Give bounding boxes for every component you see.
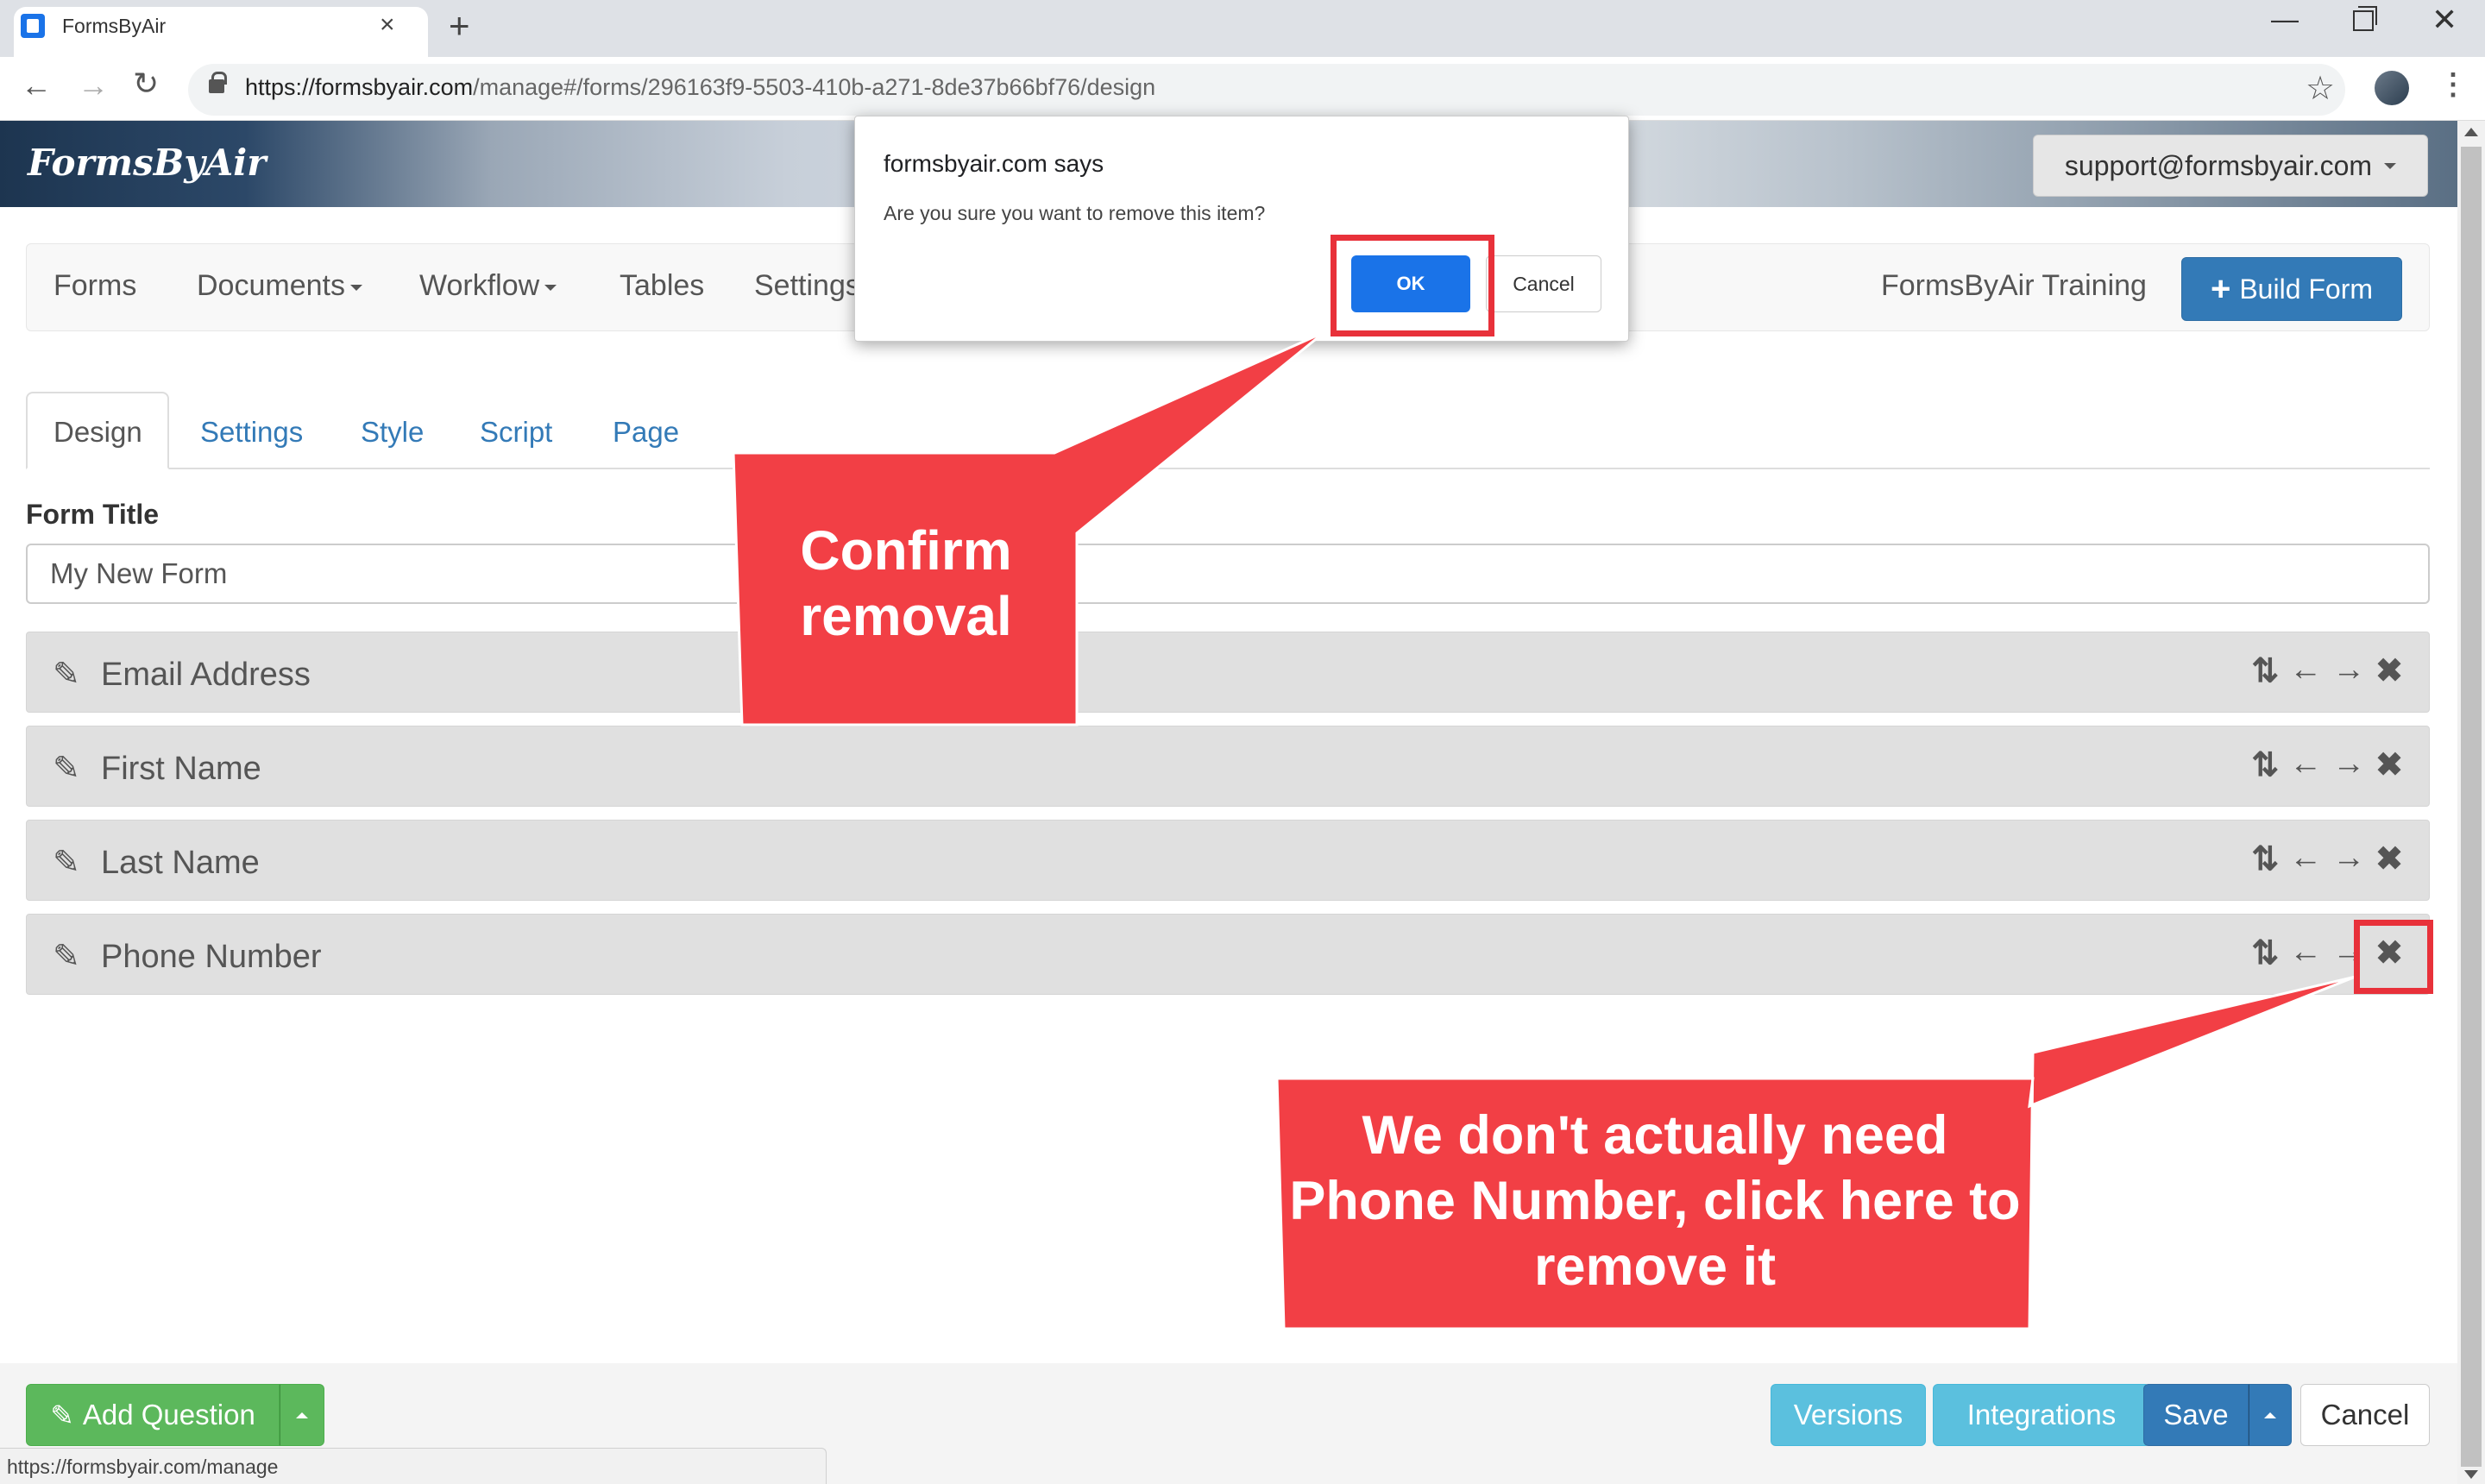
- highlight-ok-box: [1331, 235, 1494, 336]
- highlight-remove-box: [2354, 920, 2433, 994]
- callout-confirm-text: Confirm removal: [800, 519, 1012, 647]
- annotation-overlay: [732, 330, 2356, 1330]
- callout-remove-text: We don't actually need Phone Number, cli…: [1289, 1105, 2021, 1297]
